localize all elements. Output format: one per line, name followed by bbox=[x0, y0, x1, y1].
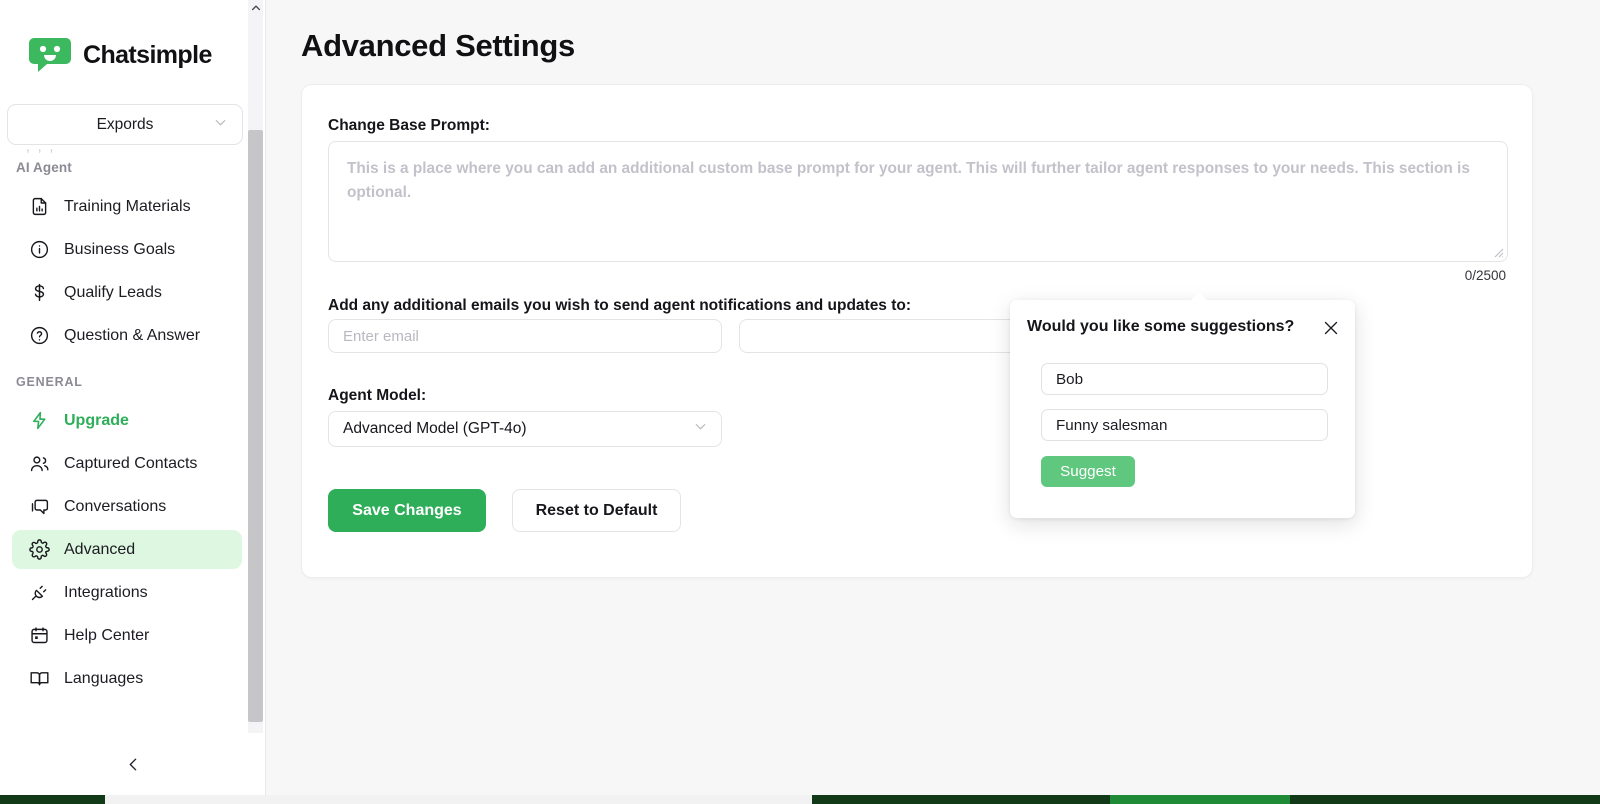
suggestion-role-input[interactable]: Funny salesman bbox=[1041, 409, 1328, 441]
sidebar-item-label: Question & Answer bbox=[64, 327, 200, 345]
brand-logo[interactable]: Chatsimple bbox=[0, 0, 265, 82]
users-icon bbox=[29, 453, 50, 474]
sidebar-item-label: Qualify Leads bbox=[64, 284, 162, 302]
chevron-left-icon bbox=[125, 756, 142, 778]
save-changes-button[interactable]: Save Changes bbox=[328, 489, 486, 532]
emails-label: Add any additional emails you wish to se… bbox=[328, 297, 911, 315]
workspace-selector[interactable]: Expords bbox=[7, 104, 243, 145]
page-title: Advanced Settings bbox=[301, 28, 575, 64]
agent-model-select[interactable]: Advanced Model (GPT-4o) bbox=[328, 411, 722, 447]
suggest-button[interactable]: Suggest bbox=[1041, 456, 1135, 487]
resize-grip-icon[interactable] bbox=[1491, 245, 1504, 258]
base-prompt-placeholder: This is a place where you can add an add… bbox=[347, 157, 1489, 205]
sidebar-item-business-goals[interactable]: Business Goals bbox=[12, 230, 242, 269]
sidebar-item-label: Help Center bbox=[64, 627, 149, 645]
sidebar-item-help-center[interactable]: Help Center bbox=[12, 616, 242, 655]
bottom-accent-middle bbox=[105, 795, 812, 804]
sidebar-item-qualify-leads[interactable]: Qualify Leads bbox=[12, 273, 242, 312]
chat-bubbles-icon bbox=[29, 496, 50, 517]
sidebar-item-captured-contacts[interactable]: Captured Contacts bbox=[12, 444, 242, 483]
suggestion-name-value: Bob bbox=[1056, 371, 1083, 388]
chevron-up-icon[interactable] bbox=[248, 0, 263, 16]
sidebar-item-label: Training Materials bbox=[64, 198, 191, 216]
sidebar-item-question-answer[interactable]: Question & Answer bbox=[12, 316, 242, 355]
suggestion-name-input[interactable]: Bob bbox=[1041, 363, 1328, 395]
main-content: Advanced Settings Change Base Prompt: Th… bbox=[266, 0, 1600, 804]
sidebar-item-conversations[interactable]: Conversations bbox=[12, 487, 242, 526]
sidebar-item-advanced[interactable]: Advanced bbox=[12, 530, 242, 569]
sidebar-item-label: Advanced bbox=[64, 541, 135, 559]
plug-icon bbox=[29, 582, 50, 603]
book-open-icon bbox=[29, 668, 50, 689]
sidebar-item-upgrade[interactable]: Upgrade bbox=[12, 401, 242, 440]
info-circle-icon bbox=[29, 239, 50, 260]
sidebar-item-languages[interactable]: Languages bbox=[12, 659, 242, 698]
question-circle-icon bbox=[29, 325, 50, 346]
nav-group-label-ai-agent: AI Agent bbox=[0, 160, 266, 175]
sidebar-item-training-materials[interactable]: Training Materials bbox=[12, 187, 242, 226]
bottom-accent-right-highlight bbox=[1110, 795, 1290, 804]
sidebar-scrollbar-thumb[interactable] bbox=[248, 130, 263, 722]
chevron-down-icon bbox=[693, 419, 708, 439]
gear-icon bbox=[29, 539, 50, 560]
sidebar-collapse-button[interactable] bbox=[0, 756, 266, 778]
sidebar-item-label: Integrations bbox=[64, 584, 148, 602]
reset-to-default-button[interactable]: Reset to Default bbox=[512, 489, 681, 532]
suggestion-role-value: Funny salesman bbox=[1056, 417, 1167, 434]
sidebar-item-label: Conversations bbox=[64, 498, 166, 516]
calendar-icon bbox=[29, 625, 50, 646]
sidebar-item-label: Business Goals bbox=[64, 241, 175, 259]
sidebar-nav: AI Agent Training Materials Business Goa… bbox=[0, 160, 266, 720]
popover-title: Would you like some suggestions? bbox=[1027, 318, 1294, 336]
nav-spacer bbox=[0, 359, 266, 375]
app-root: Chatsimple , , , Expords AI Agent Traini… bbox=[0, 0, 1600, 804]
workspace-selector-label: Expords bbox=[97, 116, 154, 134]
chat-bubble-face-icon bbox=[28, 36, 72, 74]
sidebar-item-integrations[interactable]: Integrations bbox=[12, 573, 242, 612]
lightning-bolt-icon bbox=[29, 410, 50, 431]
chevron-down-icon bbox=[213, 115, 228, 135]
bottom-accent-left bbox=[0, 795, 105, 804]
sidebar: Chatsimple , , , Expords AI Agent Traini… bbox=[0, 0, 266, 804]
nav-group-label-general: GENERAL bbox=[0, 375, 266, 389]
brand-name: Chatsimple bbox=[83, 41, 212, 70]
close-icon[interactable] bbox=[1321, 318, 1341, 338]
action-buttons: Save Changes Reset to Default bbox=[328, 489, 681, 532]
agent-model-selected-value: Advanced Model (GPT-4o) bbox=[343, 420, 527, 438]
base-prompt-textarea[interactable]: This is a place where you can add an add… bbox=[328, 141, 1508, 262]
email-input-placeholder: Enter email bbox=[343, 328, 419, 345]
sidebar-item-label: Captured Contacts bbox=[64, 455, 197, 473]
base-prompt-label: Change Base Prompt: bbox=[328, 117, 490, 135]
email-input[interactable]: Enter email bbox=[328, 319, 722, 353]
sidebar-item-label: Upgrade bbox=[64, 412, 129, 430]
file-chart-icon bbox=[29, 196, 50, 217]
suggestions-popover: Would you like some suggestions? Bob Fun… bbox=[1010, 300, 1355, 518]
sidebar-item-label: Languages bbox=[64, 670, 143, 688]
dollar-icon bbox=[29, 282, 50, 303]
base-prompt-char-count: 0/2500 bbox=[1465, 268, 1506, 283]
agent-model-label: Agent Model: bbox=[328, 387, 426, 405]
